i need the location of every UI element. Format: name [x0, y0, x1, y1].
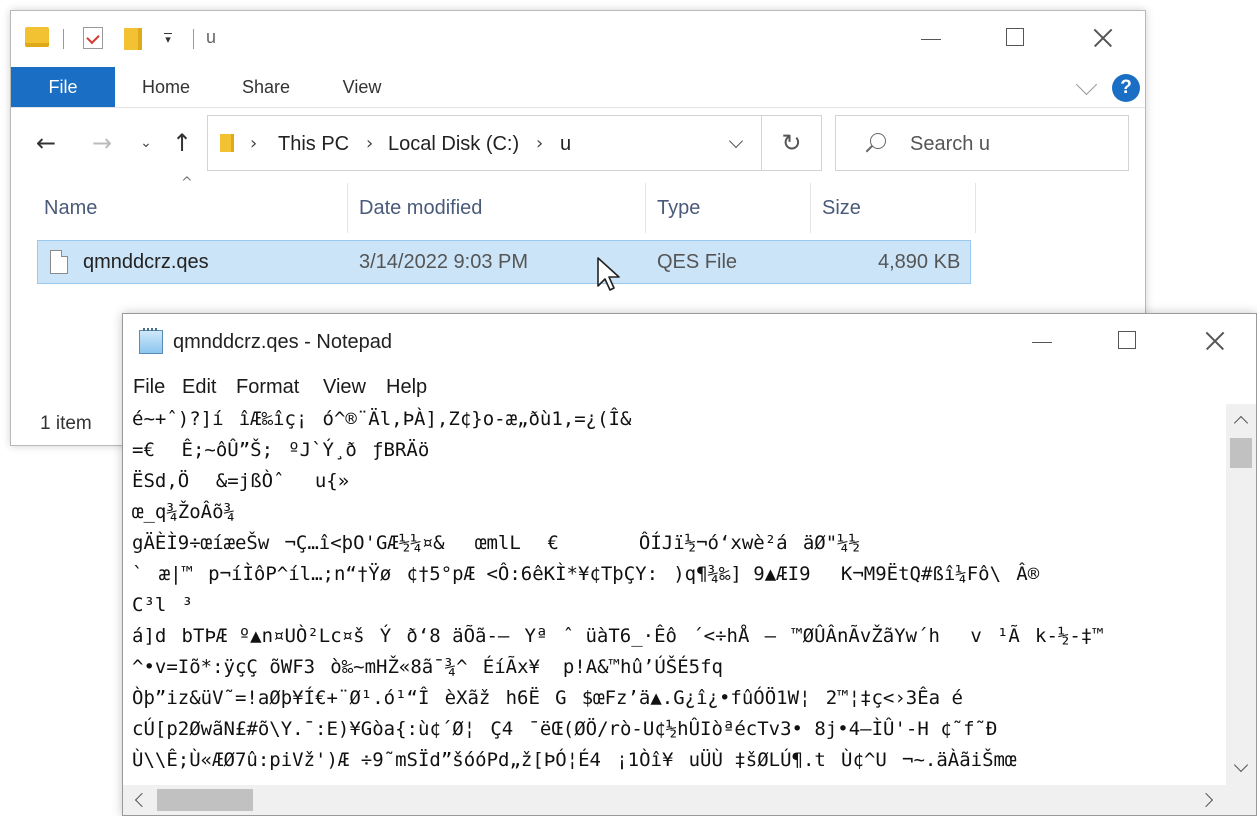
search-placeholder[interactable]: Search u [910, 133, 990, 156]
search-box[interactable]: Search u [835, 115, 1129, 171]
text-line: `æ|™p¬íÌôP^íl…;n“†Ÿø¢†5°pÆ <Ô:6êKÌ*¥¢… [132, 563, 1040, 585]
address-history-chevron-icon[interactable] [728, 133, 744, 149]
text-line: gÄÈÌ9÷œíæeŠw¬Ç…î<þO'GÆ½¼¤&œmlL € ÔÍJ… [132, 532, 861, 554]
scroll-left-icon[interactable] [134, 792, 150, 808]
window-title: u [206, 27, 217, 47]
column-divider[interactable] [347, 183, 348, 233]
column-headers: ^ Name Date modified Type Size [11, 175, 1145, 233]
scroll-up-icon[interactable] [1233, 415, 1249, 431]
customize-toolbar-icon[interactable]: ▾ [161, 33, 175, 47]
folder-icon [25, 27, 49, 47]
help-icon[interactable]: ? [1112, 74, 1140, 102]
breadcrumb-this-pc[interactable]: This PC [278, 133, 349, 156]
tab-file[interactable]: File [11, 67, 115, 107]
column-size[interactable]: Size [822, 197, 861, 220]
search-icon [870, 133, 886, 149]
mouse-pointer-icon [597, 257, 620, 291]
menu-view[interactable]: View [323, 376, 366, 399]
navigation-bar: ← → ⌄ ↑ › This PC › Local Disk (C:) › u … [11, 108, 1145, 183]
scroll-down-icon[interactable] [1233, 757, 1249, 773]
file-type: QES File [657, 251, 738, 273]
text-editor-area[interactable]: é~+ˆ)?]íîÆ‰îç¡ó^®¨Äl,ÞÀ],Z¢}o-æ„ðù1,=¿… [123, 404, 1223, 786]
column-type[interactable]: Type [657, 197, 700, 220]
tab-share[interactable]: Share [231, 67, 301, 107]
tab-view[interactable]: View [327, 67, 397, 107]
back-arrow-icon[interactable]: ← [31, 128, 61, 158]
menu-bar: File Edit Format View Help [123, 372, 1256, 404]
text-line: œ_q¾ŽoÂõ¾ [132, 501, 235, 523]
address-bar[interactable]: › This PC › Local Disk (C:) › u [207, 115, 762, 171]
notepad-icon [139, 328, 163, 354]
breadcrumb-separator-icon[interactable]: › [536, 133, 543, 154]
close-button[interactable] [1079, 11, 1125, 67]
text-line: ËSd,Ö &=jßÒˆu{» [132, 470, 350, 492]
file-size: 4,890 KB [878, 251, 961, 273]
text-line: Ù\\Ê;Ù«ÆØ7û:piVž')Æ ÷9˜mSÏd”šóóPd„ž[ÞÓ¦É… [132, 749, 1017, 771]
maximize-button[interactable] [1105, 314, 1151, 372]
new-folder-icon[interactable] [124, 28, 142, 50]
refresh-button[interactable]: ↻ [762, 115, 822, 171]
minimize-button[interactable] [1020, 314, 1066, 372]
file-name[interactable]: qmnddcrz.qes [83, 251, 209, 274]
text-line: =€ Ê;~ôÛ”Š;ºJ`Ý¸ðƒBRÄö [132, 439, 430, 461]
menu-file[interactable]: File [133, 376, 165, 399]
file-icon [50, 250, 68, 274]
ribbon-tabs: File Home Share View [11, 67, 1145, 108]
horizontal-scroll-thumb[interactable] [157, 789, 253, 811]
breadcrumb-u[interactable]: u [560, 133, 571, 156]
file-row[interactable]: qmnddcrz.qes 3/14/2022 9:03 PM QES File … [37, 240, 971, 284]
column-divider[interactable] [975, 183, 976, 233]
toolbar-divider [193, 29, 194, 49]
maximize-button[interactable] [993, 11, 1039, 67]
breadcrumb-separator-icon[interactable]: › [366, 133, 373, 154]
forward-arrow-icon[interactable]: → [87, 128, 117, 158]
text-line: C³l³ [132, 594, 193, 616]
notepad-titlebar: qmnddcrz.qes - Notepad [123, 314, 1256, 372]
recent-locations-icon[interactable]: ⌄ [131, 128, 161, 158]
notepad-window: qmnddcrz.qes - Notepad File Edit Format … [122, 313, 1257, 816]
text-line: á]dbTÞÆ º▲n¤UÒ²Lc¤šÝð‘8 äÕã-—Yªˆ üà… [132, 625, 1104, 647]
column-date-modified[interactable]: Date modified [359, 197, 482, 220]
tab-home[interactable]: Home [131, 67, 201, 107]
text-line: é~+ˆ)?]íîÆ‰îç¡ó^®¨Äl,ÞÀ],Z¢}o-æ„ðù1,=¿… [132, 408, 632, 430]
breadcrumb-local-disk[interactable]: Local Disk (C:) [388, 133, 519, 156]
folder-icon [220, 134, 234, 152]
column-divider[interactable] [810, 183, 811, 233]
breadcrumb-separator-icon: › [250, 133, 258, 154]
menu-format[interactable]: Format [236, 376, 299, 399]
scrollbar-corner [1226, 785, 1256, 815]
vertical-scrollbar[interactable] [1226, 404, 1256, 788]
menu-edit[interactable]: Edit [182, 376, 216, 399]
close-button[interactable] [1191, 314, 1237, 372]
toolbar-divider [63, 29, 64, 49]
explorer-titlebar: ▾ u [11, 11, 1145, 67]
text-line: Òþ”iz&üV˜=!aØþ¥Í€+¨Ø¹.ó¹“ÎèXãžh6ËG$œ… [132, 687, 963, 709]
column-divider[interactable] [645, 183, 646, 233]
up-arrow-icon[interactable]: ↑ [167, 128, 197, 158]
properties-icon[interactable] [83, 27, 103, 49]
text-line: ^•v=Iõ*:ÿçÇõWF3ò‰~mHŽ«8ã¯¾^ÉíÃx¥ p!A&… [132, 656, 723, 678]
minimize-button[interactable] [909, 11, 955, 67]
window-title: qmnddcrz.qes - Notepad [173, 331, 393, 353]
file-date: 3/14/2022 9:03 PM [359, 251, 529, 273]
vertical-scroll-thumb[interactable] [1230, 438, 1252, 468]
column-name[interactable]: Name [44, 197, 97, 220]
status-item-count: 1 item [40, 413, 92, 434]
sort-ascending-icon: ^ [181, 175, 193, 191]
scroll-right-icon[interactable] [1198, 792, 1214, 808]
horizontal-scrollbar[interactable] [123, 785, 1227, 815]
menu-help[interactable]: Help [386, 376, 427, 399]
text-line: cÚ[p2ØwãN£#õ\Y.¯:E)¥Gòa{:ù¢´Ø¦Ç4¯ëŒ(ØÖ… [132, 718, 998, 740]
